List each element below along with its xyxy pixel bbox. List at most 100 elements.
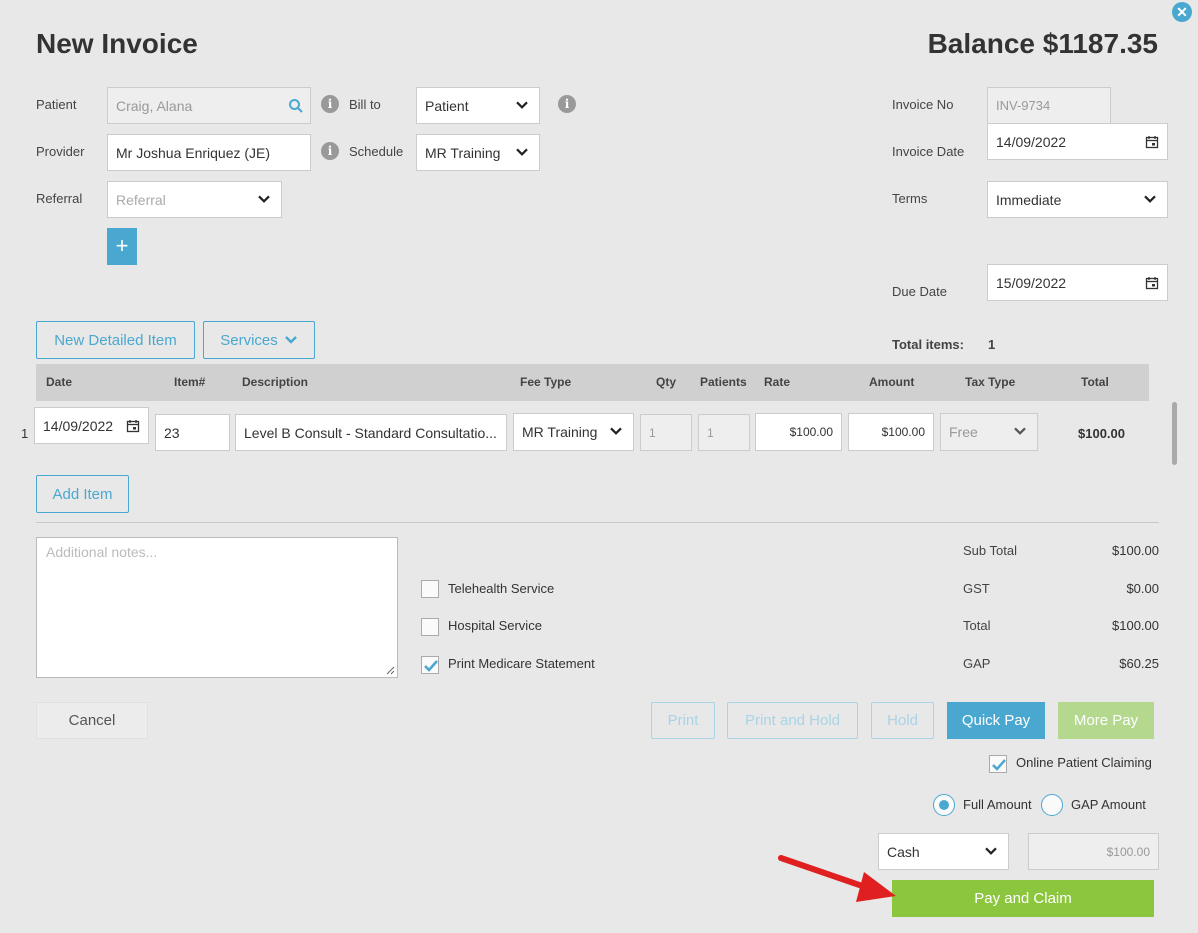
total-items-value: 1 <box>988 337 996 352</box>
provider-label: Provider <box>36 144 85 159</box>
row-total: $100.00 <box>1078 426 1125 441</box>
row-item-field[interactable]: 23 <box>155 414 230 451</box>
row-date-field[interactable]: 14/09/2022 <box>34 407 149 444</box>
row-index: 1 <box>21 426 29 441</box>
table-scrollbar[interactable] <box>1172 402 1177 465</box>
col-description: Description <box>242 375 309 389</box>
gst-label: GST <box>963 581 990 596</box>
notes-placeholder: Additional notes... <box>46 544 158 560</box>
full-amount-label: Full Amount <box>963 797 1032 812</box>
check-icon <box>992 759 1006 771</box>
schedule-label: Schedule <box>349 144 404 159</box>
invoice-date-field[interactable]: 14/09/2022 <box>987 123 1168 160</box>
calendar-icon[interactable] <box>1145 276 1159 290</box>
add-item-button[interactable]: Add Item <box>36 475 129 513</box>
plus-icon: + <box>115 233 129 258</box>
full-amount-radio[interactable] <box>933 794 955 816</box>
provider-value: Mr Joshua Enriquez (JE) <box>116 144 271 161</box>
hospital-label: Hospital Service <box>448 618 542 633</box>
medicare-checkbox[interactable] <box>421 656 439 674</box>
schedule-value: MR Training <box>425 144 501 161</box>
row-amount-value: $100.00 <box>881 425 925 439</box>
col-total: Total <box>1081 375 1109 389</box>
row-description-value: Level B Consult - Standard Consultatio..… <box>244 424 497 441</box>
terms-label: Terms <box>892 191 928 206</box>
print-and-hold-button[interactable]: Print and Hold <box>727 702 858 739</box>
invoice-no-field: INV-9734 <box>987 87 1111 124</box>
row-tax-type-select: Free <box>940 413 1038 451</box>
close-icon[interactable]: ✕ <box>1172 2 1192 22</box>
check-icon <box>424 660 438 672</box>
due-date-value: 15/09/2022 <box>996 274 1067 291</box>
referral-label: Referral <box>36 191 83 206</box>
due-date-field[interactable]: 15/09/2022 <box>987 264 1168 301</box>
telehealth-label: Telehealth Service <box>448 581 555 596</box>
search-icon[interactable] <box>288 98 304 114</box>
chevron-down-icon <box>516 148 528 156</box>
row-patients-value: 1 <box>707 425 714 440</box>
gap-value: $60.25 <box>1119 656 1159 671</box>
chevron-down-icon <box>985 847 997 855</box>
terms-select[interactable]: Immediate <box>987 181 1168 218</box>
invoice-no-label: Invoice No <box>892 97 954 112</box>
terms-value: Immediate <box>996 191 1062 208</box>
row-fee-type-select[interactable]: MR Training <box>513 413 634 451</box>
info-icon[interactable]: i <box>321 142 339 160</box>
more-pay-button[interactable]: More Pay <box>1058 702 1154 739</box>
resize-grip-icon[interactable] <box>385 665 395 675</box>
print-button[interactable]: Print <box>651 702 715 739</box>
services-label: Services <box>220 331 278 349</box>
col-amount: Amount <box>869 375 915 389</box>
patient-label: Patient <box>36 97 77 112</box>
patient-value: Craig, Alana <box>116 97 193 114</box>
online-claiming-label: Online Patient Claiming <box>1016 755 1152 770</box>
notes-textarea[interactable]: Additional notes... <box>36 537 398 678</box>
row-fee-type-value: MR Training <box>522 424 598 440</box>
row-description-field[interactable]: Level B Consult - Standard Consultatio..… <box>235 414 507 451</box>
total-value: $100.00 <box>1112 618 1159 633</box>
patient-field[interactable]: Craig, Alana <box>107 87 311 124</box>
services-button[interactable]: Services <box>203 321 315 359</box>
row-rate-field[interactable]: $100.00 <box>755 413 842 451</box>
chevron-down-icon <box>1144 195 1156 203</box>
hospital-checkbox[interactable] <box>421 618 439 636</box>
provider-field[interactable]: Mr Joshua Enriquez (JE) <box>107 134 311 171</box>
col-patients: Patients <box>700 375 747 389</box>
add-referral-button[interactable]: + <box>107 228 137 265</box>
gap-amount-label: GAP Amount <box>1071 797 1146 812</box>
row-patients-field: 1 <box>698 414 750 451</box>
col-fee-type: Fee Type <box>520 375 572 389</box>
pay-and-claim-button[interactable]: Pay and Claim <box>892 880 1154 917</box>
cancel-button[interactable]: Cancel <box>36 702 148 739</box>
chevron-down-icon <box>284 336 297 344</box>
chevron-down-icon <box>610 427 622 435</box>
hold-button[interactable]: Hold <box>871 702 934 739</box>
chevron-down-icon <box>1014 427 1026 435</box>
row-amount-field[interactable]: $100.00 <box>848 413 934 451</box>
col-qty: Qty <box>656 375 677 389</box>
total-items-label: Total items: <box>892 337 964 352</box>
col-date: Date <box>46 375 73 389</box>
bill-to-value: Patient <box>425 97 469 114</box>
bill-to-select[interactable]: Patient <box>416 87 540 124</box>
info-icon[interactable]: i <box>321 95 339 113</box>
calendar-icon[interactable] <box>1145 135 1159 149</box>
online-claiming-checkbox[interactable] <box>989 755 1007 773</box>
calendar-icon[interactable] <box>126 419 140 433</box>
row-item-value: 23 <box>164 424 180 441</box>
radio-selected-dot <box>939 800 949 810</box>
invoice-date-label: Invoice Date <box>892 144 965 159</box>
telehealth-checkbox[interactable] <box>421 580 439 598</box>
invoice-no-value: INV-9734 <box>996 98 1051 113</box>
quick-pay-button[interactable]: Quick Pay <box>947 702 1045 739</box>
info-icon[interactable]: i <box>558 95 576 113</box>
gap-amount-radio[interactable] <box>1041 794 1063 816</box>
payment-amount-field: $100.00 <box>1028 833 1159 870</box>
col-item: Item# <box>174 375 206 389</box>
new-detailed-item-button[interactable]: New Detailed Item <box>36 321 195 359</box>
invoice-date-value: 14/09/2022 <box>996 133 1067 150</box>
payment-amount-value: $100.00 <box>1106 844 1150 859</box>
referral-select[interactable]: Referral <box>107 181 282 218</box>
row-tax-type-value: Free <box>949 424 978 440</box>
schedule-select[interactable]: MR Training <box>416 134 540 171</box>
